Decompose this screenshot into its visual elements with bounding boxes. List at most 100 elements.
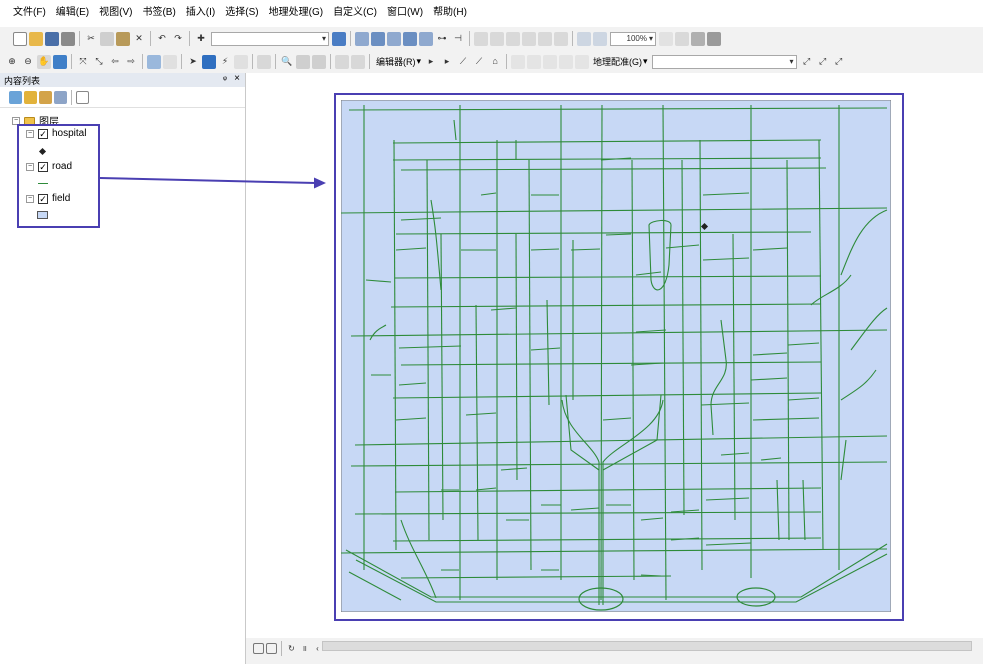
data-view-icon[interactable]: [253, 643, 264, 654]
time-slider-icon[interactable]: [335, 54, 349, 69]
horizontal-scrollbar[interactable]: [322, 641, 972, 651]
menu-item[interactable]: 插入(I): [181, 3, 220, 18]
save-icon[interactable]: [45, 31, 59, 46]
topology-tool-icon[interactable]: [575, 54, 590, 69]
select-elements-icon[interactable]: ➤: [186, 55, 200, 69]
layout-tool-icon[interactable]: [538, 31, 552, 46]
copy-icon[interactable]: [100, 31, 114, 46]
map-canvas[interactable]: [341, 100, 891, 612]
menu-item[interactable]: 视图(V): [94, 3, 137, 18]
topology-tool-icon[interactable]: [543, 54, 558, 69]
window-tool-icon[interactable]: [403, 31, 417, 46]
window-tool-icon[interactable]: [387, 31, 401, 46]
edit-tool-icon[interactable]: ⟋: [456, 55, 470, 69]
menu-item[interactable]: 书签(B): [137, 3, 180, 18]
window-tool-icon[interactable]: [419, 31, 433, 46]
toolbar-separator: [506, 54, 508, 69]
zoom-layout-icon[interactable]: [577, 31, 591, 46]
cut-icon[interactable]: ✂: [84, 32, 98, 46]
close-icon[interactable]: ×: [234, 73, 240, 84]
pin-icon[interactable]: ᵠ: [223, 74, 227, 84]
toolbar-separator: [350, 31, 351, 46]
open-folder-icon[interactable]: [29, 31, 43, 46]
toggle-draft-icon[interactable]: [659, 31, 673, 46]
fixed-zoom-out-icon[interactable]: ⤡: [92, 55, 106, 69]
menu-item[interactable]: 帮助(H): [428, 3, 472, 18]
menu-item[interactable]: 编辑(E): [51, 3, 94, 18]
edit-tool-icon[interactable]: ⟋: [472, 55, 486, 69]
python-icon[interactable]: ⊶: [435, 32, 449, 46]
add-data-icon[interactable]: ✚: [194, 32, 208, 46]
layout-tool-icon[interactable]: [522, 31, 536, 46]
menu-item[interactable]: 选择(S): [220, 3, 263, 18]
viewer-window-icon[interactable]: [351, 54, 365, 69]
construction-tool-icon[interactable]: ⌂: [488, 55, 502, 69]
fixed-zoom-in-icon[interactable]: ⤧: [76, 55, 90, 69]
data-driven-pages-icon[interactable]: [707, 31, 721, 46]
go-to-xy-icon[interactable]: [312, 54, 326, 69]
add-control-point-icon[interactable]: ⤢: [800, 55, 814, 69]
layout-tool-icon[interactable]: [490, 31, 504, 46]
pan-icon[interactable]: ✋: [37, 54, 51, 69]
zoom-layout-icon[interactable]: [593, 31, 607, 46]
editor-toolbar-icon[interactable]: [332, 31, 346, 46]
combo-value: 100%: [626, 34, 647, 43]
new-document-icon[interactable]: [13, 31, 27, 46]
identify-icon[interactable]: [202, 54, 216, 69]
toolbar-separator: [181, 54, 182, 69]
change-layout-icon[interactable]: [691, 31, 705, 46]
find-icon[interactable]: 🔍: [280, 55, 294, 69]
zoom-in-icon[interactable]: ⊕: [5, 55, 19, 69]
model-builder-icon[interactable]: ⊣: [451, 32, 465, 46]
toolbar-separator: [469, 31, 470, 46]
refresh-icon[interactable]: ↻: [286, 643, 297, 654]
topology-tool-icon[interactable]: [511, 54, 526, 69]
menu-item[interactable]: 地理处理(G): [264, 3, 328, 18]
edit-tool-icon[interactable]: ▸: [440, 55, 454, 69]
find-route-icon[interactable]: [296, 54, 310, 69]
tools-toolbar: ⊕ ⊖ ✋ ⤧ ⤡ ⇦ ⇨ ➤ ⚡ 🔍 编辑器(R) ▾ ▸ ▸ ⟋ ⟋ ⌂ 地理配准(G) ▾ ▾ ⤢ ⤢ ⤢: [0, 50, 983, 73]
scale-combo[interactable]: ▾: [211, 31, 329, 46]
menu-item[interactable]: 文件(F): [0, 3, 51, 18]
html-popup-icon[interactable]: [234, 54, 248, 69]
hyperlink-icon[interactable]: ⚡: [218, 55, 232, 69]
window-tool-icon[interactable]: [355, 31, 369, 46]
zoom-combo[interactable]: 100% ▾: [610, 31, 656, 46]
measure-icon[interactable]: [257, 54, 271, 69]
topology-tool-icon[interactable]: [527, 54, 542, 69]
menu-item[interactable]: 窗口(W): [382, 3, 428, 18]
delete-icon[interactable]: ✕: [132, 32, 146, 46]
layout-tool-icon[interactable]: [506, 31, 520, 46]
menu-item[interactable]: 自定义(C): [328, 3, 382, 18]
print-icon[interactable]: [61, 31, 75, 46]
editor-menu[interactable]: 编辑器(R): [376, 55, 416, 68]
window-tool-icon[interactable]: [371, 31, 385, 46]
paste-icon[interactable]: [116, 31, 130, 46]
layout-tool-icon[interactable]: [554, 31, 568, 46]
edit-tool-icon[interactable]: ▸: [424, 55, 438, 69]
view-link-icon[interactable]: ⤢: [832, 55, 846, 69]
topology-tool-icon[interactable]: [559, 54, 574, 69]
layout-tool-icon[interactable]: [474, 31, 488, 46]
select-features-icon[interactable]: [147, 54, 161, 69]
zoom-out-icon[interactable]: ⊖: [21, 55, 35, 69]
undo-icon[interactable]: ↶: [155, 32, 169, 46]
georeferencing-menu[interactable]: 地理配准(G): [593, 55, 642, 68]
georef-layer-combo[interactable]: ▾: [651, 54, 797, 69]
options-icon[interactable]: [76, 90, 89, 104]
toc-title: 内容列表: [4, 75, 41, 86]
field-polygon[interactable]: [341, 100, 891, 612]
focus-frame-icon[interactable]: [675, 31, 689, 46]
redo-icon[interactable]: ↷: [171, 32, 185, 46]
clear-selection-icon[interactable]: [163, 54, 177, 69]
list-by-selection-icon[interactable]: [54, 90, 67, 104]
full-extent-icon[interactable]: [53, 54, 67, 69]
list-by-drawing-order-icon[interactable]: [9, 90, 22, 104]
forward-extent-icon[interactable]: ⇨: [124, 55, 138, 69]
layout-view-icon[interactable]: [266, 643, 277, 654]
list-by-source-icon[interactable]: [24, 90, 37, 104]
pause-icon[interactable]: ॥: [299, 643, 310, 654]
back-extent-icon[interactable]: ⇦: [108, 55, 122, 69]
list-by-visibility-icon[interactable]: [39, 90, 52, 104]
link-table-icon[interactable]: ⤢: [816, 55, 830, 69]
